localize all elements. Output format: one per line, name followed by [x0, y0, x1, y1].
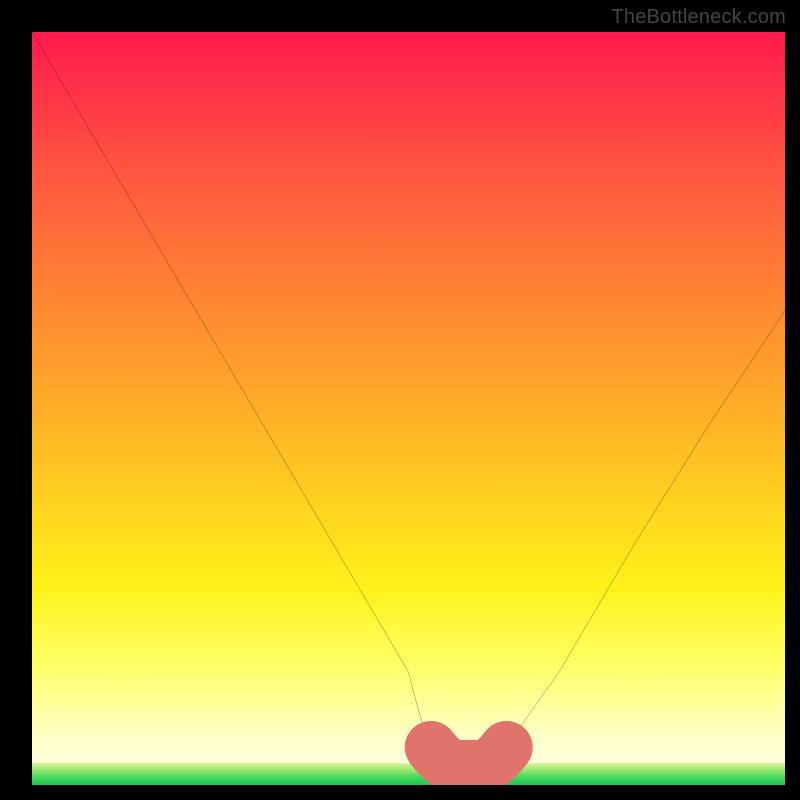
chart-frame: TheBottleneck.com: [0, 0, 800, 800]
bottleneck-curve: [32, 32, 785, 785]
watermark-text: TheBottleneck.com: [611, 6, 786, 29]
curve-path: [32, 32, 785, 770]
flat-region-dot-left: [424, 741, 438, 755]
flat-region-dot-right: [500, 741, 514, 755]
plot-area: [32, 32, 785, 785]
flat-region-path: [431, 747, 506, 766]
